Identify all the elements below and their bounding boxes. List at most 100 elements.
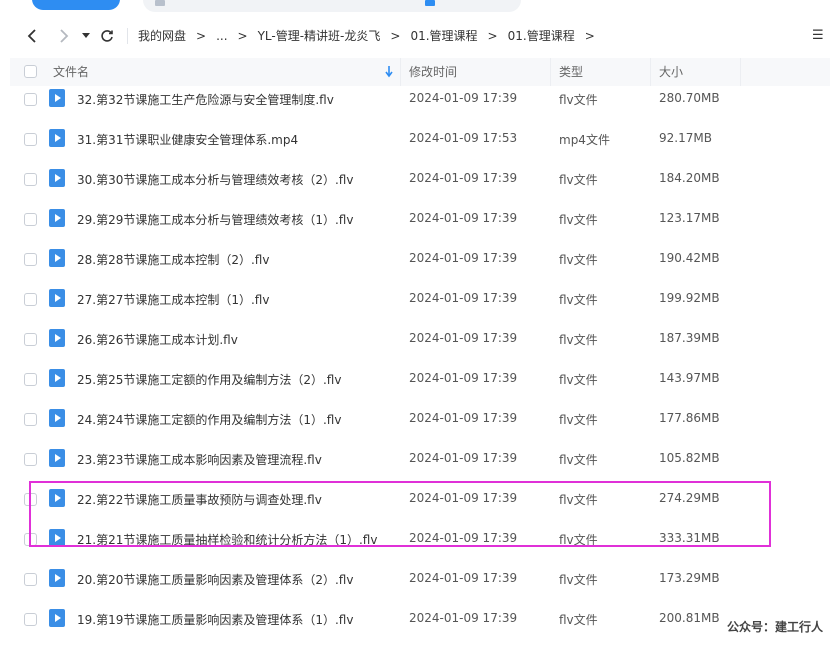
table-row[interactable]: 31.第31节课职业健康安全管理体系.mp4 2024-01-09 17:53 … <box>10 125 830 165</box>
row-checkbox[interactable] <box>24 573 37 586</box>
file-name[interactable]: 23.第23节课施工成本影响因素及管理流程.flv <box>77 451 322 468</box>
row-checkbox[interactable] <box>24 453 37 466</box>
file-name[interactable]: 24.第24节课施工定额的作用及编制方法（1）.flv <box>77 411 341 428</box>
row-checkbox[interactable] <box>24 173 37 186</box>
table-row[interactable]: 20.第20节课施工质量影响因素及管理体系（2）.flv 2024-01-09 … <box>10 565 830 605</box>
file-modified: 2024-01-09 17:39 <box>409 451 518 465</box>
row-checkbox[interactable] <box>24 333 37 346</box>
row-checkbox[interactable] <box>24 213 37 226</box>
row-checkbox[interactable] <box>24 93 37 106</box>
video-file-icon <box>49 129 65 147</box>
sort-down-arrow-icon[interactable] <box>385 58 393 86</box>
file-type: flv文件 <box>559 213 598 227</box>
file-name[interactable]: 28.第28节课施工成本控制（2）.flv <box>77 251 269 268</box>
breadcrumb-item[interactable]: ... <box>216 29 227 43</box>
table-row[interactable]: 25.第25节课施工定额的作用及编制方法（2）.flv 2024-01-09 1… <box>10 365 830 405</box>
column-header-type[interactable]: 类型 <box>559 58 583 86</box>
file-type: flv文件 <box>559 253 598 267</box>
file-name[interactable]: 20.第20节课施工质量影响因素及管理体系（2）.flv <box>77 571 353 588</box>
file-modified: 2024-01-09 17:39 <box>409 571 518 585</box>
row-checkbox[interactable] <box>24 293 37 306</box>
list-view-icon[interactable]: ☰ <box>812 28 824 43</box>
column-header-name[interactable]: 文件名 <box>53 58 89 86</box>
video-file-icon <box>49 329 65 347</box>
file-size: 173.29MB <box>659 571 720 585</box>
file-size: 92.17MB <box>659 131 712 145</box>
table-row[interactable]: 28.第28节课施工成本控制（2）.flv 2024-01-09 17:39 f… <box>10 245 830 285</box>
table-header: 文件名 修改时间 类型 大小 <box>10 58 830 86</box>
file-size: 177.86MB <box>659 411 720 425</box>
file-size: 280.70MB <box>659 91 720 105</box>
forward-button[interactable] <box>54 24 74 48</box>
row-checkbox[interactable] <box>24 133 37 146</box>
breadcrumb-item[interactable]: 01.管理课程 <box>508 27 575 44</box>
breadcrumb-item[interactable]: 我的网盘 <box>138 27 186 44</box>
file-name[interactable]: 30.第30节课施工成本分析与管理绩效考核（2）.flv <box>77 171 353 188</box>
breadcrumb-item[interactable]: YL-管理-精讲班-龙炎飞 <box>258 27 381 44</box>
column-divider[interactable] <box>400 58 401 86</box>
file-size: 123.17MB <box>659 211 720 225</box>
column-divider[interactable] <box>650 58 651 86</box>
file-name[interactable]: 31.第31节课职业健康安全管理体系.mp4 <box>77 131 298 148</box>
file-modified: 2024-01-09 17:39 <box>409 91 518 105</box>
file-size: 190.42MB <box>659 251 720 265</box>
file-type: mp4文件 <box>559 133 610 147</box>
file-modified: 2024-01-09 17:39 <box>409 371 518 385</box>
column-divider[interactable] <box>740 58 741 86</box>
file-name[interactable]: 19.第19节课施工质量影响因素及管理体系（1）.flv <box>77 611 353 628</box>
caret-down-icon <box>82 33 90 38</box>
chevron-left-icon <box>27 29 36 43</box>
row-checkbox[interactable] <box>24 253 37 266</box>
breadcrumb-separator: > <box>196 28 207 43</box>
file-size: 199.92MB <box>659 291 720 305</box>
breadcrumb-separator: > <box>237 28 248 43</box>
table-row[interactable]: 23.第23节课施工成本影响因素及管理流程.flv 2024-01-09 17:… <box>10 445 830 485</box>
breadcrumb-item[interactable]: 01.管理课程 <box>410 27 477 44</box>
table-row[interactable]: 29.第29节课施工成本分析与管理绩效考核（1）.flv 2024-01-09 … <box>10 205 830 245</box>
file-name[interactable]: 29.第29节课施工成本分析与管理绩效考核（1）.flv <box>77 211 353 228</box>
breadcrumb-separator: > <box>390 28 401 43</box>
video-file-icon <box>49 609 65 627</box>
navigation-bar: 我的网盘 > ... > YL-管理-精讲班-龙炎飞 > 01.管理课程 > 0… <box>0 22 830 50</box>
table-row[interactable]: 24.第24节课施工定额的作用及编制方法（1）.flv 2024-01-09 1… <box>10 405 830 445</box>
file-size: 200.81MB <box>659 611 720 625</box>
history-dropdown[interactable] <box>80 24 92 48</box>
file-name[interactable]: 25.第25节课施工定额的作用及编制方法（2）.flv <box>77 371 341 388</box>
column-divider[interactable] <box>550 58 551 86</box>
file-type: flv文件 <box>559 613 598 627</box>
video-file-icon <box>49 369 65 387</box>
video-file-icon <box>49 89 65 107</box>
table-row[interactable]: 26.第26节课施工成本计划.flv 2024-01-09 17:39 flv文… <box>10 325 830 365</box>
file-modified: 2024-01-09 17:39 <box>409 211 518 225</box>
table-row[interactable]: 19.第19节课施工质量影响因素及管理体系（1）.flv 2024-01-09 … <box>10 605 830 645</box>
file-type: flv文件 <box>559 293 598 307</box>
file-type: flv文件 <box>559 573 598 587</box>
file-type: flv文件 <box>559 173 598 187</box>
file-type: flv文件 <box>559 453 598 467</box>
file-modified: 2024-01-09 17:39 <box>409 331 518 345</box>
file-modified: 2024-01-09 17:39 <box>409 291 518 305</box>
refresh-button[interactable] <box>98 24 116 48</box>
file-modified: 2024-01-09 17:39 <box>409 251 518 265</box>
filter-icon[interactable] <box>425 0 435 6</box>
file-modified: 2024-01-09 17:53 <box>409 131 518 145</box>
select-all-checkbox[interactable] <box>24 65 37 78</box>
file-name[interactable]: 27.第27节课施工成本控制（1）.flv <box>77 291 269 308</box>
file-modified: 2024-01-09 17:39 <box>409 611 518 625</box>
video-file-icon <box>49 209 65 227</box>
column-header-size[interactable]: 大小 <box>659 58 683 86</box>
table-row[interactable]: 30.第30节课施工成本分析与管理绩效考核（2）.flv 2024-01-09 … <box>10 165 830 205</box>
table-row[interactable]: 32.第32节课施工生产危险源与安全管理制度.flv 2024-01-09 17… <box>10 85 830 125</box>
column-header-modified[interactable]: 修改时间 <box>409 58 457 86</box>
file-name[interactable]: 26.第26节课施工成本计划.flv <box>77 331 238 348</box>
search-box[interactable] <box>143 0 521 12</box>
file-type: flv文件 <box>559 93 598 107</box>
breadcrumb-separator: > <box>584 28 595 43</box>
back-button[interactable] <box>22 24 42 48</box>
upload-button[interactable] <box>32 0 120 10</box>
table-row[interactable]: 27.第27节课施工成本控制（1）.flv 2024-01-09 17:39 f… <box>10 285 830 325</box>
file-name[interactable]: 32.第32节课施工生产危险源与安全管理制度.flv <box>77 91 334 108</box>
row-checkbox[interactable] <box>24 413 37 426</box>
row-checkbox[interactable] <box>24 613 37 626</box>
row-checkbox[interactable] <box>24 373 37 386</box>
